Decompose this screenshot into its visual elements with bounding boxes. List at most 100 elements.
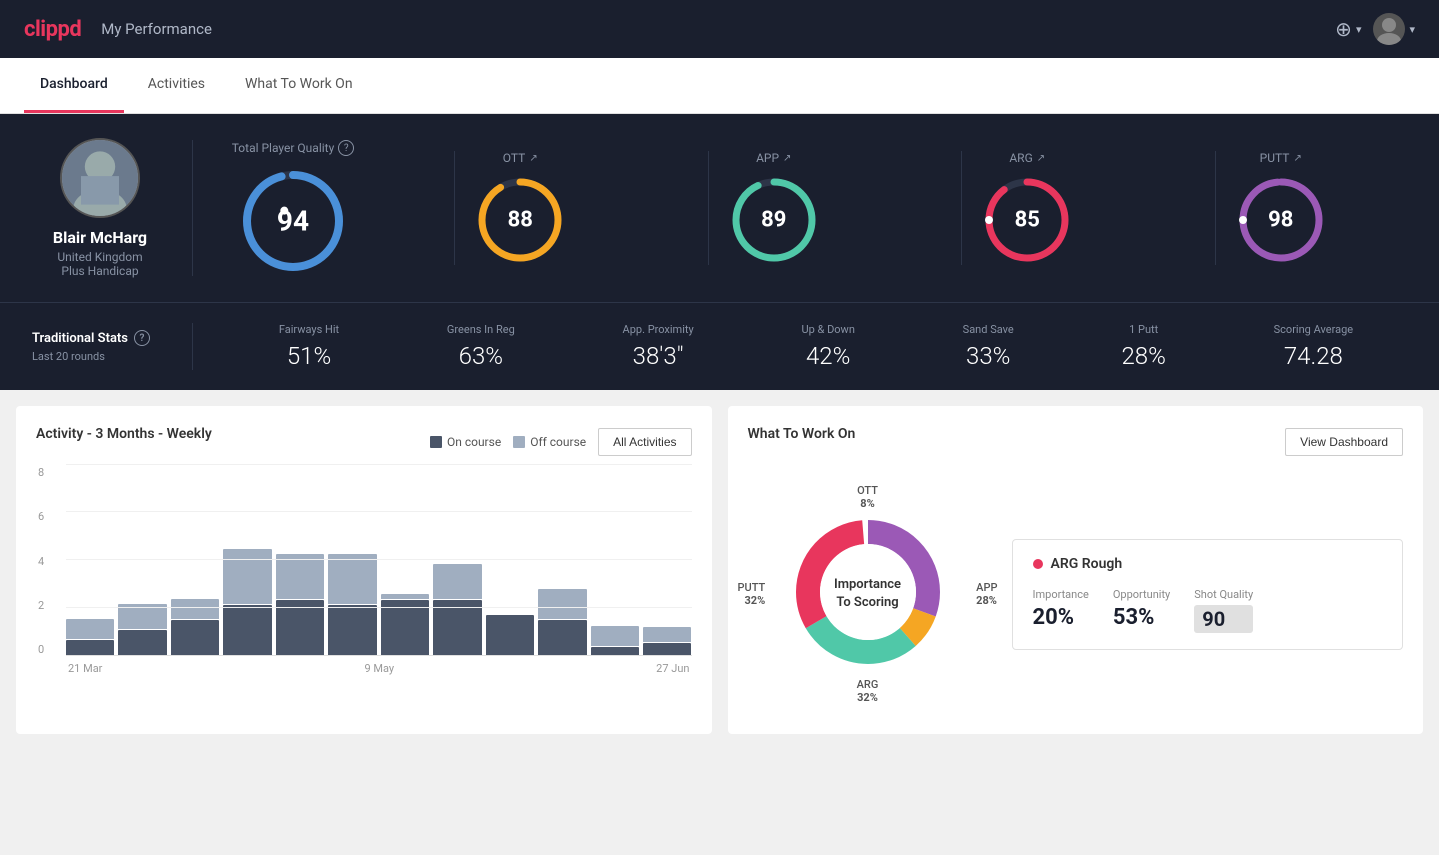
arg-shot-quality-label: Shot Quality	[1194, 588, 1253, 601]
off-course-dot	[513, 436, 525, 448]
player-country: United Kingdom	[57, 250, 142, 264]
stat-sand-save: Sand Save 33%	[963, 323, 1014, 370]
bar-group-5	[276, 554, 324, 655]
total-quality-gauge: Total Player Quality ? 94	[193, 140, 393, 276]
putt-label: PUTT ↗	[1260, 151, 1302, 165]
donut-center-label: ImportanceTo Scoring	[834, 576, 901, 612]
main-gauge: 94	[238, 166, 348, 276]
plus-circle-icon: ⊕	[1335, 17, 1352, 41]
bar-on-10	[538, 620, 586, 655]
x-label-jun: 27 Jun	[656, 662, 689, 675]
bar-group-6	[328, 554, 376, 655]
bar-group-9	[486, 614, 534, 655]
arg-metrics: Importance 20% Opportunity 53% Shot Qual…	[1033, 588, 1383, 633]
header-title: My Performance	[101, 20, 212, 38]
add-icon[interactable]: ⊕ ▾	[1335, 17, 1361, 41]
work-card-title: What To Work On	[748, 426, 856, 442]
arg-importance: Importance 20%	[1033, 588, 1089, 633]
app-gauge: 89	[729, 175, 819, 265]
header: clippd My Performance ⊕ ▾ ▾	[0, 0, 1439, 58]
bar-off-8	[433, 564, 481, 599]
stat-app-proximity: App. Proximity 38'3"	[623, 323, 694, 370]
stat-scoring-average: Scoring Average 74.28	[1274, 323, 1353, 370]
arg-opportunity-value: 53%	[1113, 605, 1170, 630]
arg-info-section: ARG Rough Importance 20% Opportunity 53%…	[1012, 539, 1404, 650]
bar-on-6	[328, 605, 376, 655]
player-name: Blair McHarg	[53, 228, 147, 247]
bar-off-11	[591, 626, 639, 646]
donut-svg-wrapper: ImportanceTo Scoring	[788, 512, 948, 676]
x-labels: 21 Mar 9 May 27 Jun	[66, 662, 692, 675]
arg-gauge: 85	[982, 175, 1072, 265]
player-handicap: Plus Handicap	[61, 264, 138, 278]
y-label-4: 4	[38, 555, 44, 568]
grid-line-8	[66, 464, 692, 465]
header-right: ⊕ ▾ ▾	[1335, 13, 1415, 45]
legend-on-course: On course	[430, 435, 501, 449]
bar-group-7	[381, 594, 429, 655]
y-label-2: 2	[38, 599, 44, 612]
bar-off-10	[538, 589, 586, 619]
grid-line-4	[66, 559, 692, 560]
bar-chart: 8 6 4 2 0	[66, 466, 692, 675]
bar-group-1	[66, 619, 114, 655]
bar-off-12	[643, 627, 691, 642]
trad-stats-title: Traditional Stats ?	[32, 330, 192, 346]
bar-area	[66, 466, 692, 656]
header-left: clippd My Performance	[24, 17, 212, 42]
trad-stats-items: Fairways Hit 51% Greens In Reg 63% App. …	[192, 323, 1407, 370]
arg-shot-quality-value: 90	[1194, 605, 1253, 633]
bar-group-2	[118, 604, 166, 655]
ott-trend-icon: ↗	[529, 153, 537, 164]
bar-on-11	[591, 647, 639, 655]
sub-scores: OTT ↗ 88 APP ↗	[393, 151, 1407, 265]
app-score: APP ↗ 89	[708, 151, 839, 265]
help-icon[interactable]: ?	[338, 140, 354, 156]
user-menu[interactable]: ▾	[1373, 13, 1415, 45]
arg-score: ARG ↗ 85	[961, 151, 1092, 265]
arg-rough-title: ARG Rough	[1033, 556, 1383, 572]
stat-fairways-hit: Fairways Hit 51%	[279, 323, 339, 370]
bar-off-5	[276, 554, 324, 599]
app-label: APP ↗	[756, 151, 791, 165]
player-info: Blair McHarg United Kingdom Plus Handica…	[32, 138, 192, 278]
arg-donut-label: ARG32%	[857, 678, 879, 704]
stat-greens-in-reg: Greens In Reg 63%	[447, 323, 515, 370]
view-dashboard-button[interactable]: View Dashboard	[1285, 428, 1403, 456]
y-label-0: 0	[38, 643, 44, 656]
arg-value: 85	[1015, 208, 1040, 233]
scores-section: Total Player Quality ? 94 OTT ↗	[192, 140, 1407, 276]
ott-score: OTT ↗ 88	[454, 151, 585, 265]
trad-help-icon[interactable]: ?	[134, 330, 150, 346]
arg-shot-quality: Shot Quality 90	[1194, 588, 1253, 633]
x-label-mar: 21 Mar	[68, 662, 102, 675]
arg-info-box: ARG Rough Importance 20% Opportunity 53%…	[1012, 539, 1404, 650]
add-chevron-icon: ▾	[1356, 23, 1362, 36]
tab-what-to-work-on[interactable]: What To Work On	[229, 58, 369, 113]
app-value: 89	[761, 208, 786, 233]
bar-group-8	[433, 564, 481, 655]
bar-on-1	[66, 640, 114, 655]
bar-group-4	[223, 549, 271, 655]
grid-line-6	[66, 511, 692, 512]
work-card: What To Work On View Dashboard OTT8% APP…	[728, 406, 1424, 734]
y-label-6: 6	[38, 510, 44, 523]
logo[interactable]: clippd	[24, 17, 81, 42]
all-activities-button[interactable]: All Activities	[598, 428, 691, 456]
arg-trend-icon: ↗	[1037, 153, 1045, 164]
arg-opportunity: Opportunity 53%	[1113, 588, 1170, 633]
arg-importance-label: Importance	[1033, 588, 1089, 601]
ott-gauge: 88	[475, 175, 565, 265]
tab-dashboard[interactable]: Dashboard	[24, 58, 124, 113]
bar-on-4	[223, 605, 271, 655]
tab-activities[interactable]: Activities	[132, 58, 221, 113]
bar-group-12	[643, 627, 691, 655]
tabs: Dashboard Activities What To Work On	[0, 58, 1439, 114]
x-label-may: 9 May	[364, 662, 394, 675]
app-donut-label: APP28%	[976, 581, 997, 607]
legend-off-course: Off course	[513, 435, 586, 449]
putt-gauge: 98	[1236, 175, 1326, 265]
bar-group-10	[538, 589, 586, 655]
bar-on-3	[171, 620, 219, 655]
bar-off-1	[66, 619, 114, 639]
